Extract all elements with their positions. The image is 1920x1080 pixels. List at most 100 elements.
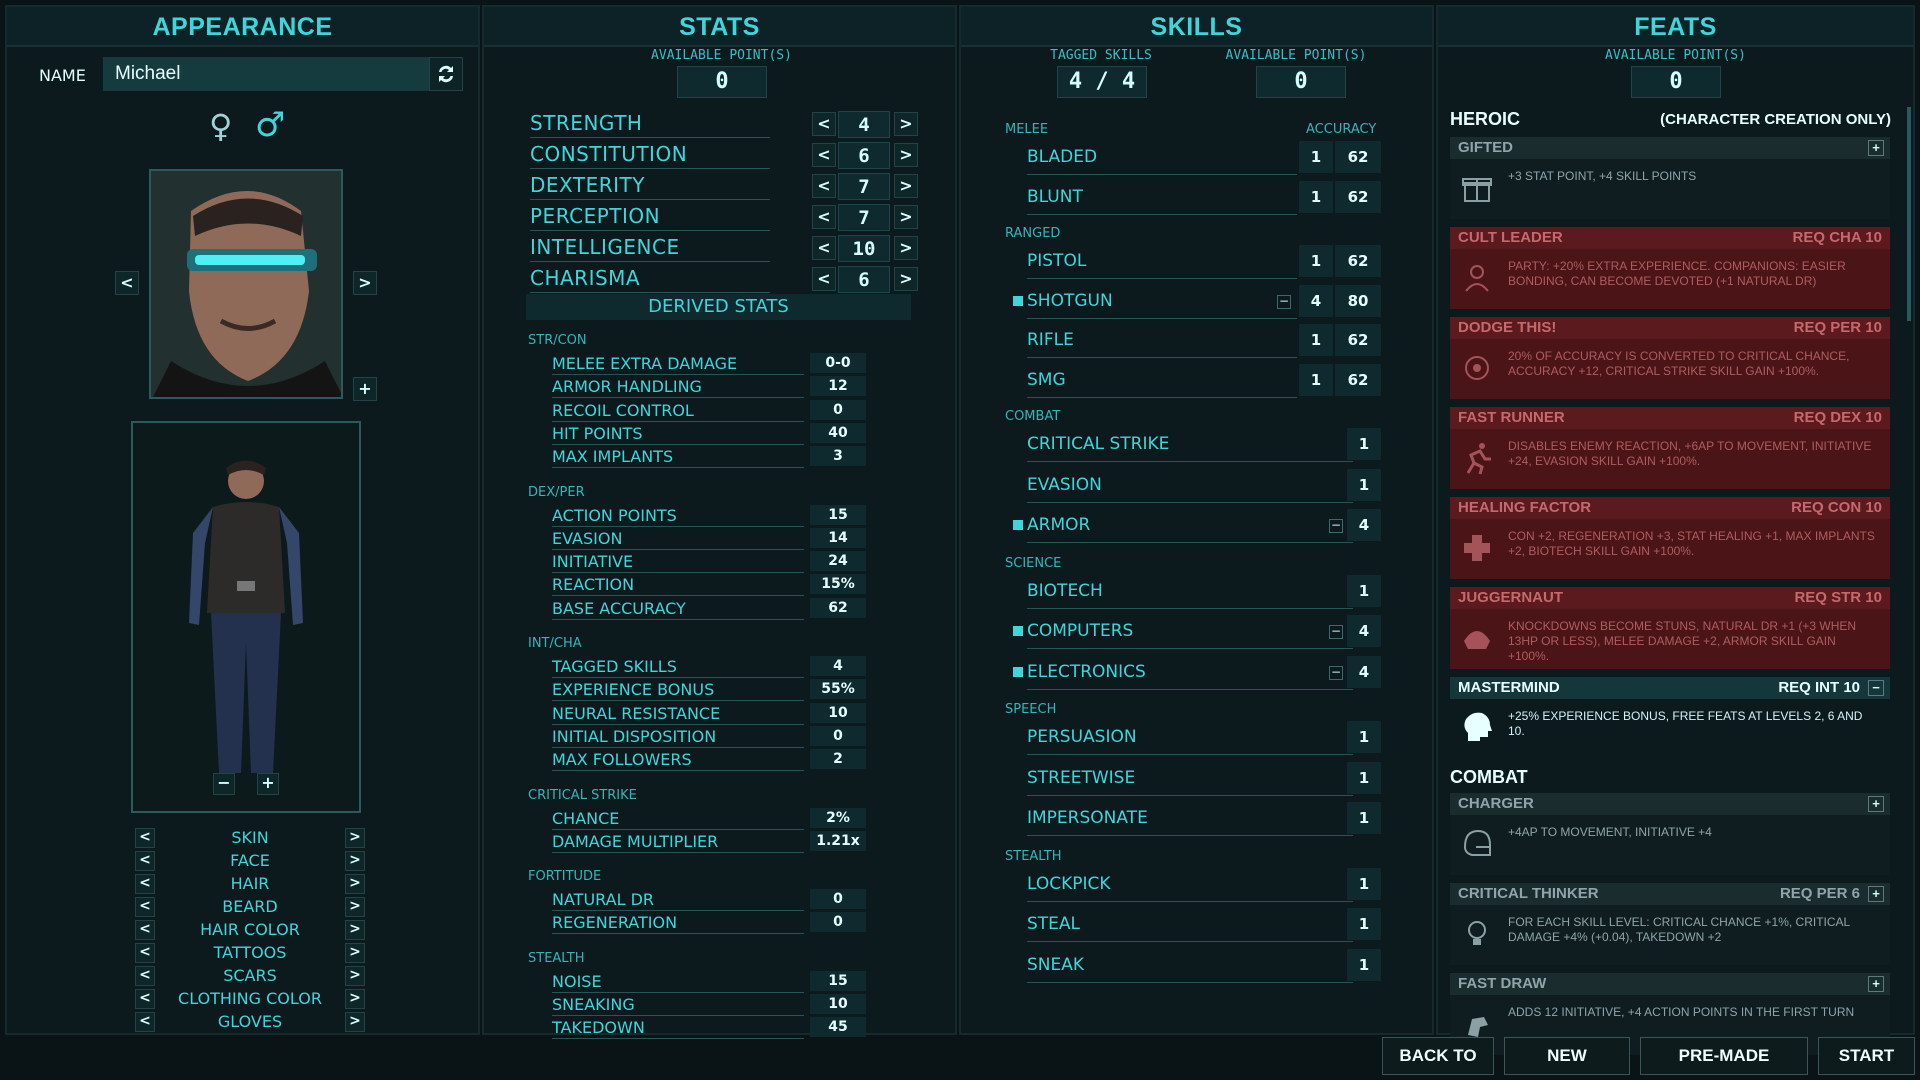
feat-card[interactable]: CULT LEADER REQ CHA 10 PARTY: +20% EXTRA E… bbox=[1450, 227, 1890, 309]
feat-add-button[interactable]: + bbox=[1868, 796, 1884, 812]
feat-card[interactable]: DODGE THIS! REQ PER 10 20% OF ACCURACY IS … bbox=[1450, 317, 1890, 399]
stat-decrease-button[interactable]: < bbox=[812, 112, 836, 136]
feat-remove-button[interactable]: − bbox=[1868, 680, 1884, 696]
appearance-title: APPEARANCE bbox=[7, 7, 478, 47]
skill-row[interactable]: EVASION 1 bbox=[1027, 468, 1397, 503]
skill-decrease-button[interactable]: − bbox=[1277, 294, 1291, 309]
portrait-next-button[interactable]: > bbox=[353, 271, 377, 295]
portrait-image[interactable] bbox=[149, 169, 343, 399]
skill-row[interactable]: BLUNT 1 62 bbox=[1027, 180, 1397, 215]
zoom-in-button[interactable]: + bbox=[257, 773, 279, 795]
character-model-view[interactable]: − + bbox=[131, 421, 361, 813]
skill-value: 1 bbox=[1347, 948, 1381, 981]
skill-row[interactable]: SNEAK 1 bbox=[1027, 948, 1397, 983]
stat-underline bbox=[530, 137, 770, 138]
stat-increase-button[interactable]: > bbox=[894, 174, 918, 198]
name-input[interactable]: Michael bbox=[103, 57, 429, 91]
pre-made-character-button[interactable]: PRE-MADE CHARACTER bbox=[1640, 1037, 1808, 1075]
derived-stat-underline bbox=[552, 1015, 804, 1016]
stat-increase-button[interactable]: > bbox=[894, 267, 918, 291]
skill-row[interactable]: PISTOL 1 62 bbox=[1027, 245, 1397, 279]
feat-card[interactable]: CHARGER + +4AP TO MOVEMENT, INITIATIVE +4 bbox=[1450, 793, 1890, 875]
stat-increase-button[interactable]: > bbox=[894, 143, 918, 167]
skill-decrease-button[interactable]: − bbox=[1329, 625, 1343, 639]
skill-row[interactable]: ARMOR 4− bbox=[1013, 509, 1397, 543]
option-prev-button[interactable]: < bbox=[135, 943, 155, 963]
skill-row[interactable]: ELECTRONICS 4− bbox=[1013, 655, 1397, 690]
skill-row[interactable]: STEAL 1 bbox=[1027, 908, 1397, 942]
option-next-button[interactable]: > bbox=[345, 1012, 365, 1032]
skill-row[interactable]: STREETWISE 1 bbox=[1027, 761, 1397, 796]
tagged-skills-label: TAGGED SKILLS bbox=[1050, 48, 1152, 63]
portrait-prev-button[interactable]: < bbox=[115, 271, 139, 295]
feat-body: FOR EACH SKILL LEVEL: CRITICAL CHANCE +1… bbox=[1450, 905, 1890, 965]
skill-decrease-button[interactable]: − bbox=[1329, 519, 1343, 533]
option-prev-button[interactable]: < bbox=[135, 874, 155, 894]
skill-decrease-button[interactable]: − bbox=[1329, 665, 1343, 680]
derived-stat-row: BASE ACCURACY 62 bbox=[552, 597, 872, 620]
feat-add-button[interactable]: + bbox=[1868, 976, 1884, 992]
skill-row[interactable]: COMPUTERS 4− bbox=[1013, 615, 1397, 649]
skill-row[interactable]: SHOTGUN 4 80 − bbox=[1013, 284, 1397, 319]
stat-decrease-button[interactable]: < bbox=[812, 143, 836, 167]
option-next-button[interactable]: > bbox=[345, 966, 365, 986]
feat-header: CRITICAL THINKER REQ PER 6 + bbox=[1450, 883, 1890, 905]
female-gender-icon[interactable]: ♀ bbox=[209, 107, 232, 145]
feat-card[interactable]: FAST RUNNER REQ DEX 10 DISABLES ENEMY REAC… bbox=[1450, 407, 1890, 489]
skill-row[interactable]: BLADED 1 62 bbox=[1027, 141, 1397, 175]
feat-card[interactable]: GIFTED + +3 STAT POINT, +4 SKILL POINTS bbox=[1450, 137, 1890, 219]
skill-row[interactable]: CRITICAL STRIKE 1 bbox=[1027, 428, 1397, 462]
zoom-out-button[interactable]: − bbox=[213, 773, 235, 795]
stat-increase-button[interactable]: > bbox=[894, 112, 918, 136]
skill-row[interactable]: RIFLE 1 62 bbox=[1027, 324, 1397, 358]
tagged-skill-icon bbox=[1013, 295, 1023, 306]
stat-increase-button[interactable]: > bbox=[894, 205, 918, 229]
feat-card[interactable]: MASTERMIND REQ INT 10− +25% EXPERIENCE BON… bbox=[1450, 677, 1890, 759]
tagged-skill-icon bbox=[1013, 626, 1023, 636]
feat-add-button[interactable]: + bbox=[1868, 140, 1884, 156]
feat-requirement: REQ PER 6 bbox=[1779, 885, 1860, 902]
start-game-button[interactable]: START GAME bbox=[1818, 1037, 1915, 1075]
option-prev-button[interactable]: < bbox=[135, 851, 155, 871]
option-prev-button[interactable]: < bbox=[135, 920, 155, 940]
derived-stat-row: NEURAL RESISTANCE 10 bbox=[552, 702, 872, 725]
option-prev-button[interactable]: < bbox=[135, 828, 155, 848]
stat-decrease-button[interactable]: < bbox=[812, 236, 836, 260]
option-prev-button[interactable]: < bbox=[135, 966, 155, 986]
skill-row[interactable]: IMPERSONATE 1 bbox=[1027, 802, 1397, 836]
stat-decrease-button[interactable]: < bbox=[812, 174, 836, 198]
feat-card[interactable]: JUGGERNAUT REQ STR 10 KNOCKDOWNS BECOME ST… bbox=[1450, 587, 1890, 669]
option-next-button[interactable]: > bbox=[345, 989, 365, 1009]
option-next-button[interactable]: > bbox=[345, 828, 365, 848]
feats-scrollbar[interactable] bbox=[1907, 107, 1911, 321]
skill-row[interactable]: SMG 1 62 bbox=[1027, 363, 1397, 398]
feat-add-button[interactable]: + bbox=[1868, 886, 1884, 902]
option-next-button[interactable]: > bbox=[345, 920, 365, 940]
appearance-option-row: < HAIR > bbox=[135, 873, 365, 895]
feat-card[interactable]: CRITICAL THINKER REQ PER 6 + FOR EACH SKILL… bbox=[1450, 883, 1890, 965]
skill-row[interactable]: BIOTECH 1 bbox=[1027, 574, 1397, 609]
add-portrait-button[interactable]: + bbox=[353, 377, 377, 401]
feat-body: DISABLES ENEMY REACTION, +6AP TO MOVEMEN… bbox=[1450, 429, 1890, 489]
randomize-name-icon[interactable] bbox=[429, 57, 463, 91]
option-prev-button[interactable]: < bbox=[135, 989, 155, 1009]
option-next-button[interactable]: > bbox=[345, 897, 365, 917]
skill-name: EVASION bbox=[1027, 474, 1102, 495]
male-gender-icon[interactable]: ♂ bbox=[255, 105, 285, 145]
new-character-button[interactable]: NEW CHARACTER bbox=[1504, 1037, 1630, 1075]
skill-group-label: SPEECH bbox=[1005, 702, 1057, 717]
skill-row[interactable]: PERSUASION 1 bbox=[1027, 721, 1397, 755]
skill-row[interactable]: LOCKPICK 1 bbox=[1027, 867, 1397, 902]
option-next-button[interactable]: > bbox=[345, 943, 365, 963]
option-prev-button[interactable]: < bbox=[135, 1012, 155, 1032]
stat-decrease-button[interactable]: < bbox=[812, 205, 836, 229]
back-to-menu-button[interactable]: BACK TO MENU bbox=[1382, 1037, 1494, 1075]
stat-decrease-button[interactable]: < bbox=[812, 267, 836, 291]
feat-card[interactable]: HEALING FACTOR REQ CON 10 CON +2, REGENERA… bbox=[1450, 497, 1890, 579]
derived-stat-row: MELEE EXTRA DAMAGE 0-0 bbox=[552, 353, 872, 375]
option-prev-button[interactable]: < bbox=[135, 897, 155, 917]
option-next-button[interactable]: > bbox=[345, 874, 365, 894]
option-next-button[interactable]: > bbox=[345, 851, 365, 871]
lightbulb-icon bbox=[1458, 915, 1496, 953]
stat-increase-button[interactable]: > bbox=[894, 236, 918, 260]
